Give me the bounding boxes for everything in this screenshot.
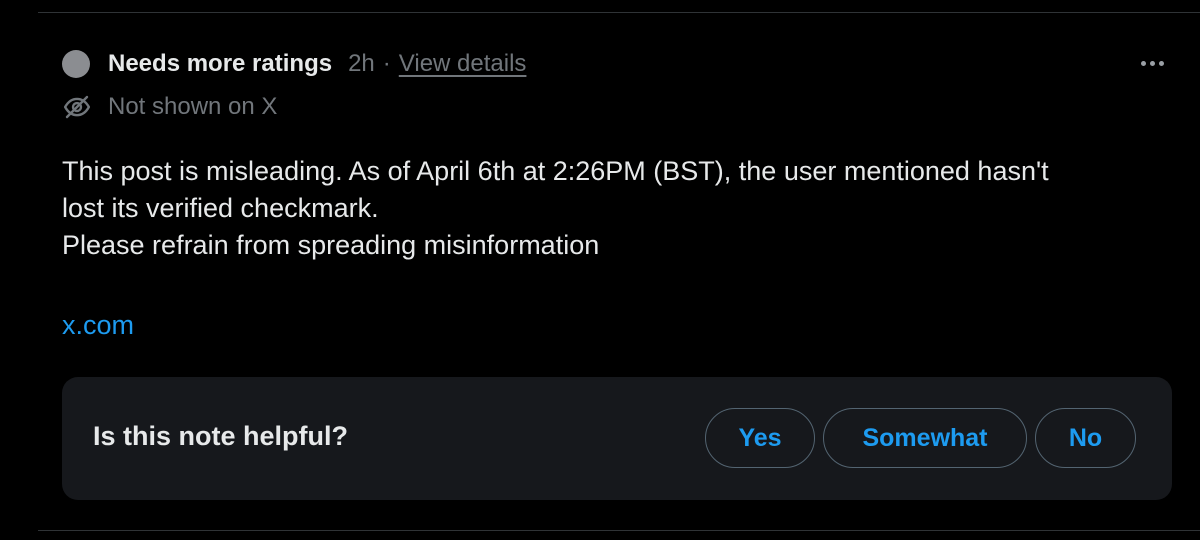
more-options-icon-dot xyxy=(1158,60,1164,66)
more-options-icon xyxy=(1140,60,1146,66)
note-status-label: Needs more ratings xyxy=(108,50,333,77)
more-options-button[interactable] xyxy=(1134,48,1170,78)
status-dot-icon xyxy=(62,50,90,78)
more-options-icon-dot xyxy=(1149,60,1155,66)
note-timestamp: 2h xyxy=(348,50,375,77)
rating-panel: Is this note helpful? Yes Somewhat No xyxy=(62,377,1172,500)
note-body-line: lost its verified checkmark. xyxy=(62,193,379,223)
bottom-divider xyxy=(38,530,1200,531)
rate-no-button[interactable]: No xyxy=(1035,408,1136,468)
visibility-label: Not shown on X xyxy=(108,93,278,120)
separator: · xyxy=(382,50,391,77)
source-link[interactable]: x.com xyxy=(62,310,134,341)
rating-question: Is this note helpful? xyxy=(93,421,348,451)
eye-off-icon xyxy=(63,95,91,119)
top-divider xyxy=(38,12,1200,13)
rate-somewhat-button[interactable]: Somewhat xyxy=(823,408,1027,468)
rate-yes-button[interactable]: Yes xyxy=(705,408,815,468)
view-details-link[interactable]: View details xyxy=(399,50,527,78)
visibility-status: Not shown on X xyxy=(62,90,277,124)
note-body-line: Please refrain from spreading misinforma… xyxy=(62,230,600,260)
note-header: Needs more ratings 2h · View details xyxy=(62,46,526,82)
note-body-line: This post is misleading. As of April 6th… xyxy=(62,156,1049,186)
note-body: This post is misleading. As of April 6th… xyxy=(62,153,1172,264)
